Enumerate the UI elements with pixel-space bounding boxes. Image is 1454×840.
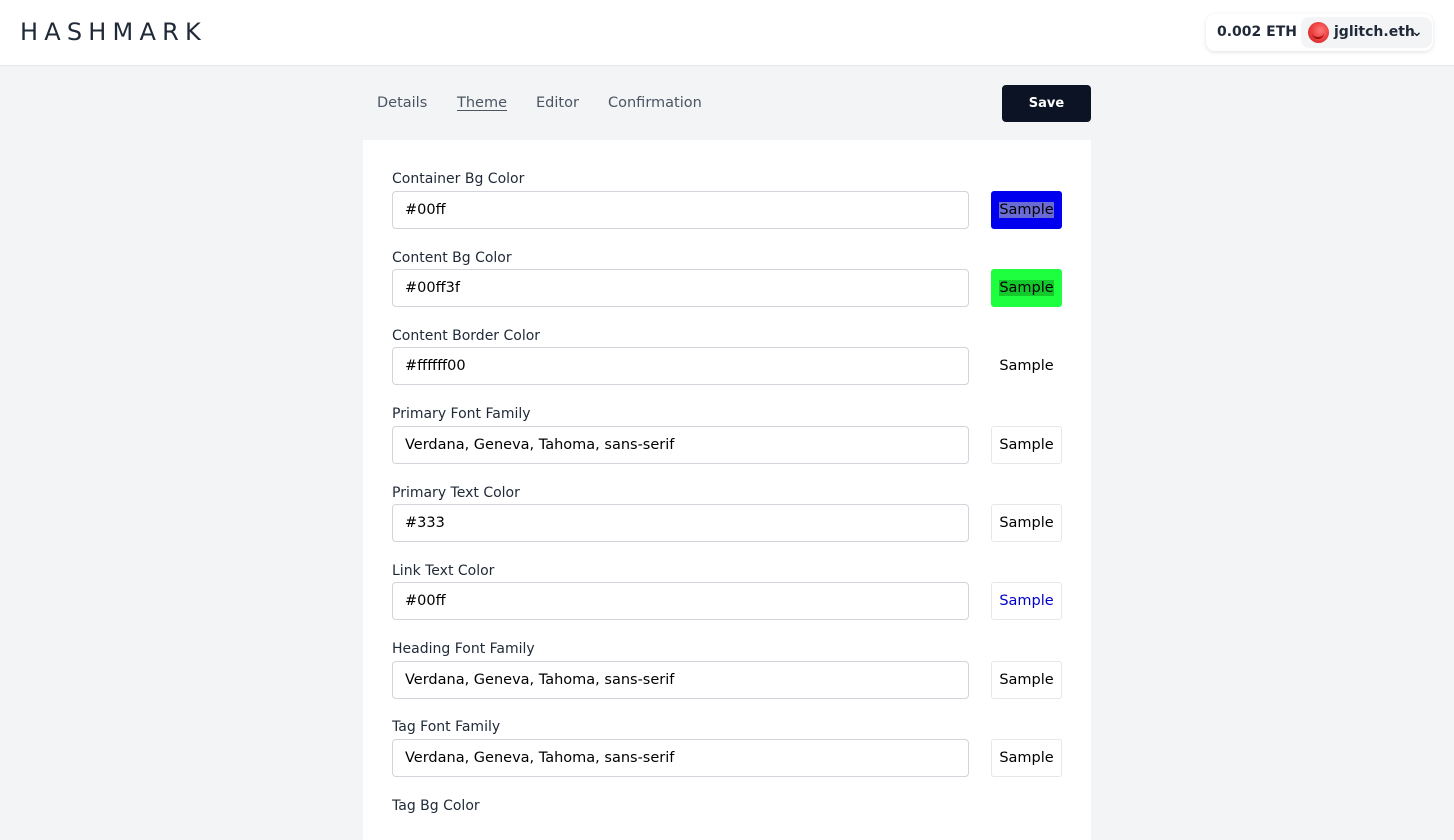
primary-font-family-label: Primary Font Family [392,406,531,422]
content-bg-color-input[interactable] [392,269,969,307]
container-bg-color-sample: Sample [991,191,1062,229]
primary-text-color-input[interactable] [392,504,969,542]
primary-font-family-input[interactable] [392,426,969,464]
link-text-color-label: Link Text Color [392,563,495,579]
tag-font-family-input[interactable] [392,739,969,777]
sample-text: Sample [999,202,1054,218]
link-text-color-input[interactable] [392,582,969,620]
tag-font-family-label: Tag Font Family [392,719,501,735]
tab-theme[interactable]: Theme [457,85,507,122]
chevron-down-icon: ⌄ [1411,24,1423,40]
content-bg-color-sample: Sample [991,269,1062,307]
primary-text-color-label: Primary Text Color [392,485,520,501]
link-text-color-sample: Sample [991,582,1062,620]
container-bg-color-input[interactable] [392,191,969,229]
tab-confirmation[interactable]: Confirmation [608,85,702,122]
content-bg-color-label: Content Bg Color [392,250,512,266]
logo[interactable]: HASHMARK [20,17,207,47]
primary-font-family-sample: Sample [991,426,1062,464]
save-button[interactable]: Save [1002,85,1091,122]
sample-text: Sample [999,280,1054,296]
account-menu-button[interactable]: jglitch.eth ⌄ [1301,17,1432,48]
content-border-color-input[interactable] [392,347,969,385]
wallet-widget[interactable]: 0.002 ETH jglitch.eth ⌄ [1206,14,1433,51]
primary-text-color-sample: Sample [991,504,1062,542]
heading-font-family-input[interactable] [392,661,969,699]
content-border-color-label: Content Border Color [392,328,541,344]
eth-balance: 0.002 ETH [1217,24,1297,40]
container-bg-color-label: Container Bg Color [392,171,525,187]
heading-font-family-sample: Sample [991,661,1062,699]
tag-font-family-sample: Sample [991,739,1062,777]
heading-font-family-label: Heading Font Family [392,641,535,657]
top-bar: HASHMARK 0.002 ETH jglitch.eth ⌄ [0,0,1454,66]
tab-details[interactable]: Details [377,85,427,122]
account-name: jglitch.eth [1334,24,1415,40]
tab-editor[interactable]: Editor [536,85,579,122]
theme-settings-panel: Container Bg Color Sample Content Bg Col… [363,140,1091,840]
content-border-color-sample: Sample [991,347,1062,385]
tag-bg-color-label: Tag Bg Color [392,798,480,814]
avatar [1308,22,1329,43]
